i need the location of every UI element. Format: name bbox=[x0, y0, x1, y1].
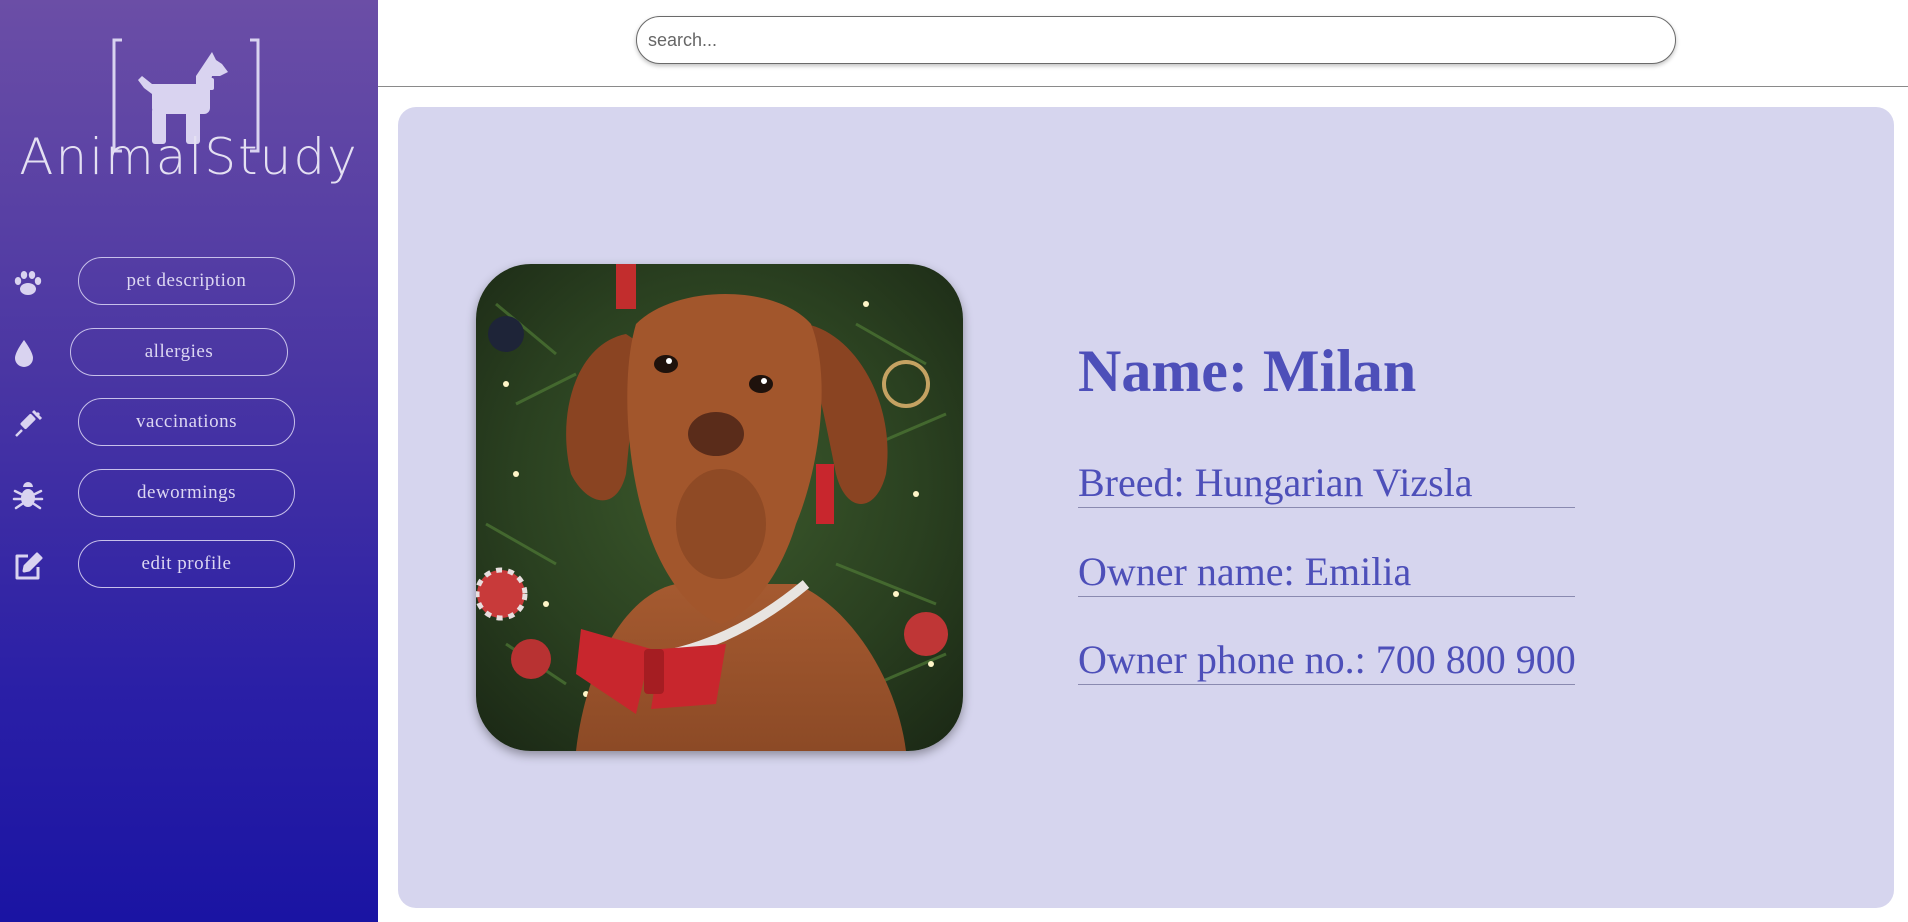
edit-icon bbox=[15, 552, 43, 580]
pet-photo bbox=[476, 264, 963, 751]
dog-photo-icon bbox=[476, 264, 963, 751]
edit-profile-button[interactable]: edit profile bbox=[78, 540, 295, 588]
droplet-icon bbox=[15, 340, 33, 367]
top-bar bbox=[378, 0, 1908, 87]
owner-name: Owner name: Emilia bbox=[1078, 548, 1575, 597]
bug-icon bbox=[12, 482, 44, 510]
sidebar: AnimalStudy pet description allergies va… bbox=[0, 0, 378, 922]
sidebar-item-pet-description: pet description bbox=[0, 257, 378, 309]
syringe-icon bbox=[15, 409, 43, 437]
sidebar-item-allergies: allergies bbox=[0, 328, 378, 380]
sidebar-item-edit-profile: edit profile bbox=[0, 540, 378, 592]
dewormings-button[interactable]: dewormings bbox=[78, 469, 295, 517]
owner-phone: Owner phone no.: 700 800 900 bbox=[1078, 636, 1576, 685]
allergies-button[interactable]: allergies bbox=[70, 328, 288, 376]
paw-icon bbox=[14, 271, 42, 295]
vaccinations-button[interactable]: vaccinations bbox=[78, 398, 295, 446]
pet-breed: Breed: Hungarian Vizsla bbox=[1078, 459, 1575, 508]
pet-description-button[interactable]: pet description bbox=[78, 257, 295, 305]
search-input[interactable] bbox=[636, 16, 1676, 64]
pet-name: Name: Milan bbox=[1078, 338, 1417, 404]
sidebar-item-vaccinations: vaccinations bbox=[0, 398, 378, 450]
pet-profile-card: Name: Milan Breed: Hungarian Vizsla Owne… bbox=[398, 107, 1894, 908]
app-title: AnimalStudy bbox=[19, 128, 359, 186]
sidebar-item-dewormings: dewormings bbox=[0, 469, 378, 521]
